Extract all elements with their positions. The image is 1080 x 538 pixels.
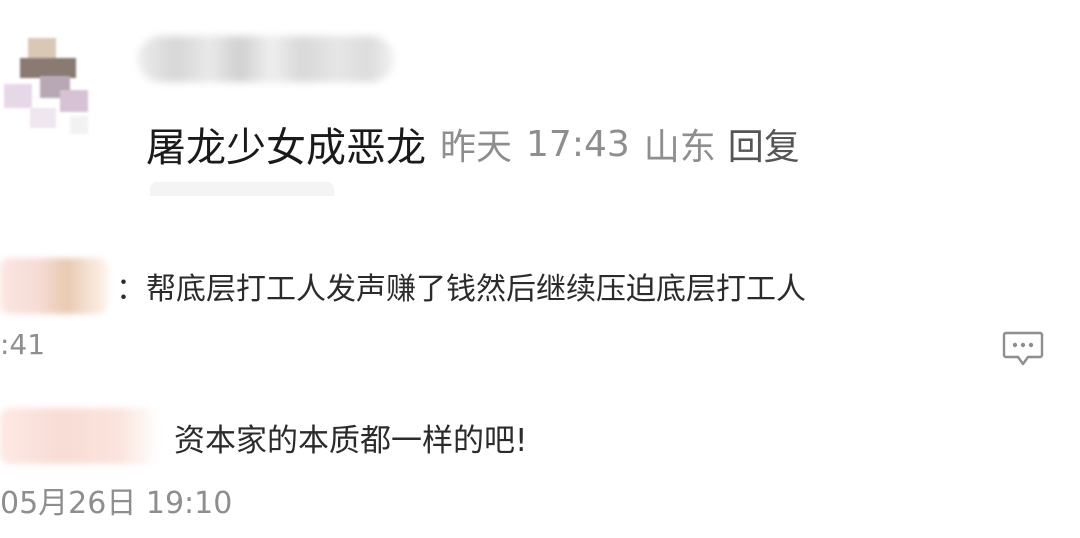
comment-date: 昨天 — [440, 127, 513, 168]
comment-bubble-icon[interactable] — [1002, 330, 1044, 368]
comment-time: 17:43 — [526, 123, 630, 165]
reply-time: 05月26日 19:10 — [0, 486, 233, 521]
comment-thread-screen: 屠龙少女成恶龙 昨天 17:43 山东 回复 ： 帮底层打工人发声赚了钱然后继续… — [0, 0, 1080, 538]
reply-separator: ： — [116, 272, 146, 307]
reply-username-blurred[interactable] — [0, 408, 160, 464]
reply-text: 帮底层打工人发声赚了钱然后继续压迫底层打工人 — [146, 272, 806, 307]
main-comment-row: 屠龙少女成恶龙 昨天 17:43 山东 回复 — [146, 112, 800, 176]
comment-location: 山东 — [643, 127, 716, 168]
reply-row: 资本家的本质都一样的吧! — [174, 412, 527, 462]
username-blurred[interactable] — [138, 36, 394, 82]
divider — [150, 182, 334, 196]
reply-username-blurred[interactable] — [0, 258, 108, 314]
avatar[interactable] — [0, 28, 96, 140]
reply-text: 资本家的本质都一样的吧! — [174, 422, 528, 459]
reply-time: :41 — [0, 328, 46, 361]
comment-text: 屠龙少女成恶龙 — [146, 125, 426, 171]
reply-row: ： 帮底层打工人发声赚了钱然后继续压迫底层打工人 — [116, 262, 806, 310]
reply-button[interactable]: 回复 — [728, 118, 800, 170]
